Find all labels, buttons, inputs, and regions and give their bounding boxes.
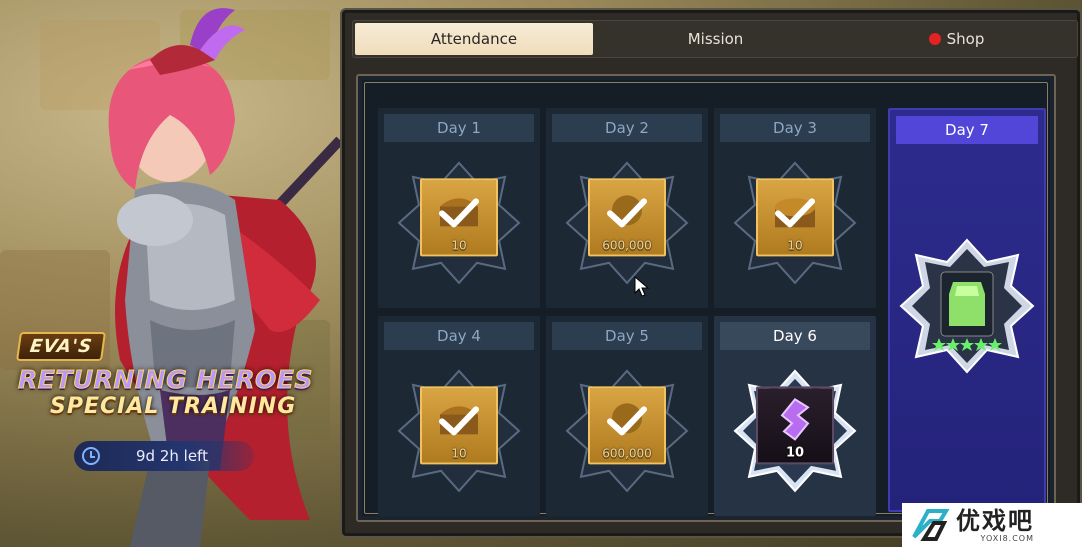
day-card-7[interactable]: Day 7 <box>888 108 1046 512</box>
day-label: Day 6 <box>720 322 870 350</box>
reward-item: 10 <box>756 386 834 465</box>
reward-quantity: 10 <box>787 238 803 253</box>
time-left-text: 9d 2h left <box>136 447 208 465</box>
day-card-4[interactable]: Day 4 10 <box>378 316 540 516</box>
reward-quantity: 600,000 <box>602 238 652 253</box>
day-label: Day 3 <box>720 114 870 142</box>
tab-label: Shop <box>946 30 985 48</box>
reward-quantity: 10 <box>451 238 467 253</box>
claimed-check-icon <box>607 197 647 227</box>
day-label: Day 5 <box>552 322 702 350</box>
day-card-3[interactable]: Day 3 10 <box>714 108 876 308</box>
claimed-check-icon <box>607 405 647 435</box>
day-card-2[interactable]: Day 2 600,000 <box>546 108 708 308</box>
crystal-icon <box>780 398 810 441</box>
reward-quantity: 10 <box>785 445 805 461</box>
claimed-check-icon <box>439 197 479 227</box>
day-label: Day 1 <box>384 114 534 142</box>
tab-mission[interactable]: Mission <box>595 21 836 57</box>
attendance-grid: Day 1 10 Day 2 600,000 Day 3 10 Day 4 10… <box>356 74 1056 522</box>
tab-attendance[interactable]: Attendance <box>355 23 593 55</box>
day-card-1[interactable]: Day 1 10 <box>378 108 540 308</box>
reward-quantity: 600,000 <box>602 446 652 461</box>
claimed-check-icon <box>439 405 479 435</box>
mouse-cursor-icon <box>634 276 650 297</box>
day-label: Day 4 <box>384 322 534 350</box>
day-card-5[interactable]: Day 5 600,000 <box>546 316 708 516</box>
day-label: Day 2 <box>552 114 702 142</box>
claimed-check-icon <box>775 197 815 227</box>
day-label: Day 7 <box>896 116 1038 144</box>
tab-shop[interactable]: Shop <box>836 21 1077 57</box>
reward-item: 600,000 <box>588 178 666 257</box>
watermark-url: YOXI8.COM <box>980 533 1034 543</box>
event-subtitle: SPECIAL TRAINING <box>50 394 297 419</box>
clock-icon <box>82 447 100 465</box>
reward-item: 10 <box>420 178 498 257</box>
event-name: RETURNING HEROES <box>18 365 313 395</box>
watermark: 优戏吧 YOXI8.COM <box>902 503 1082 547</box>
watermark-name: 优戏吧 <box>956 506 1034 535</box>
reward-quantity: 10 <box>451 446 467 461</box>
reward-item: 600,000 <box>588 386 666 465</box>
site-logo-icon <box>912 509 950 541</box>
event-title: EVA'S RETURNING HEROES SPECIAL TRAINING <box>15 332 318 419</box>
notification-dot-icon <box>928 33 941 45</box>
badge-frame-icon <box>897 236 1037 376</box>
reward-item: 10 <box>756 178 834 257</box>
event-owner: EVA'S <box>15 332 107 361</box>
tab-bar: Attendance Mission Shop <box>352 20 1078 58</box>
reward-item: 10 <box>420 386 498 465</box>
tab-label: Attendance <box>430 30 518 48</box>
event-timer: 9d 2h left <box>74 441 254 471</box>
tab-label: Mission <box>687 30 744 48</box>
attendance-panel: Attendance Mission Shop Day 1 10 Day 2 6… <box>340 8 1082 538</box>
day-card-6[interactable]: Day 6 10 <box>714 316 876 516</box>
